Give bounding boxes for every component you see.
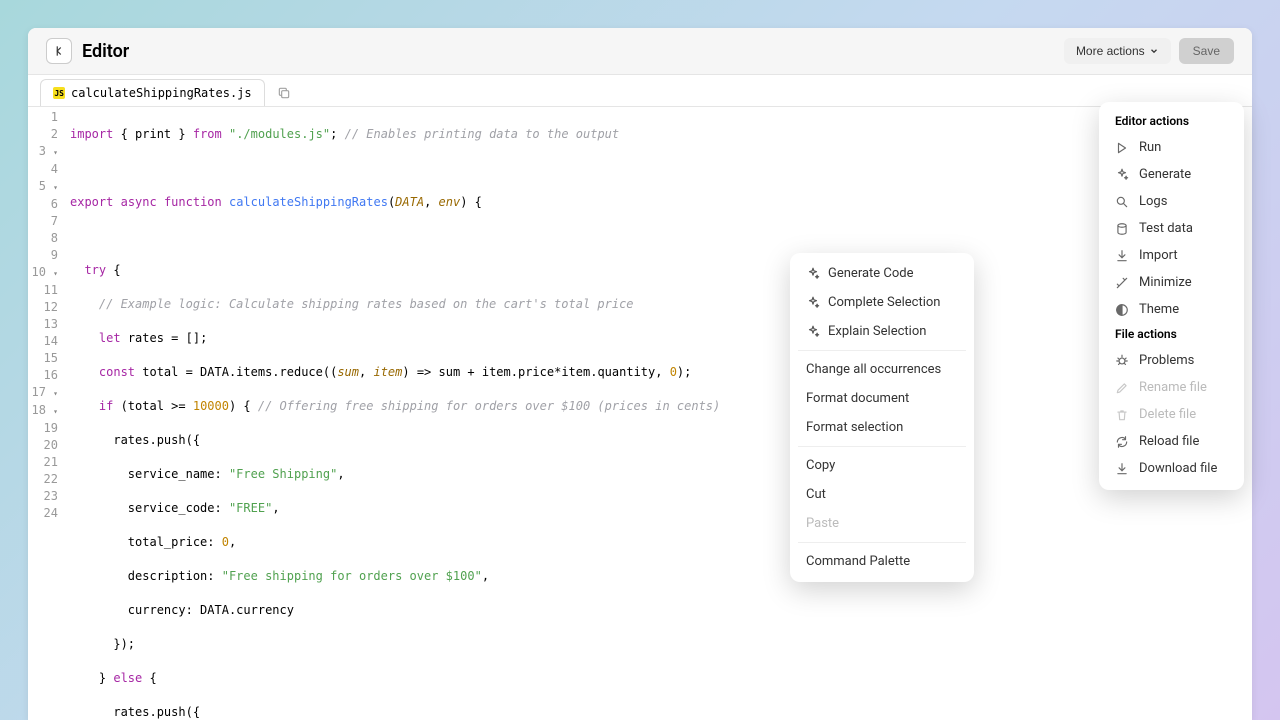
sparkle-icon bbox=[806, 325, 820, 339]
action-logs[interactable]: Logs bbox=[1103, 188, 1240, 215]
context-format-document[interactable]: Format document bbox=[796, 384, 968, 413]
back-button[interactable] bbox=[46, 38, 72, 64]
more-actions-dropdown: Editor actionsRunGenerateLogsTest dataIm… bbox=[1099, 102, 1244, 490]
copy-tab-icon[interactable] bbox=[277, 86, 291, 100]
action-download-file[interactable]: Download file bbox=[1103, 455, 1240, 482]
search-icon bbox=[1115, 195, 1129, 209]
file-tab[interactable]: JS calculateShippingRates.js bbox=[40, 79, 265, 106]
editor-area[interactable]: 123 ▾45 ▾678910 ▾11121314151617 ▾18 ▾192… bbox=[28, 107, 1252, 720]
context-explain-selection[interactable]: Explain Selection bbox=[796, 317, 968, 346]
context-change-all-occurrences[interactable]: Change all occurrences bbox=[796, 355, 968, 384]
sparkle-icon bbox=[1115, 168, 1129, 182]
action-minimize[interactable]: Minimize bbox=[1103, 269, 1240, 296]
sparkle-icon bbox=[806, 267, 820, 281]
action-reload-file[interactable]: Reload file bbox=[1103, 428, 1240, 455]
action-rename-file: Rename file bbox=[1103, 374, 1240, 401]
code-block-1: 123 ▾45 ▾678910 ▾11121314151617 ▾18 ▾192… bbox=[28, 107, 1252, 720]
action-run[interactable]: Run bbox=[1103, 134, 1240, 161]
javascript-icon: JS bbox=[53, 87, 65, 99]
sparkle-icon bbox=[806, 296, 820, 310]
action-problems[interactable]: Problems bbox=[1103, 347, 1240, 374]
action-import[interactable]: Import bbox=[1103, 242, 1240, 269]
tab-bar: JS calculateShippingRates.js bbox=[28, 75, 1252, 107]
page-title: Editor bbox=[82, 41, 1064, 62]
trash-icon bbox=[1115, 408, 1129, 422]
context-command-palette[interactable]: Command Palette bbox=[796, 547, 968, 576]
context-format-selection[interactable]: Format selection bbox=[796, 413, 968, 442]
file-actions-heading: File actions bbox=[1103, 323, 1240, 347]
context-cut[interactable]: Cut bbox=[796, 480, 968, 509]
header: Editor More actions Save bbox=[28, 28, 1252, 75]
reload-icon bbox=[1115, 435, 1129, 449]
tab-filename: calculateShippingRates.js bbox=[71, 86, 252, 100]
theme-icon bbox=[1115, 303, 1129, 317]
download2-icon bbox=[1115, 462, 1129, 476]
pencil-icon bbox=[1115, 381, 1129, 395]
context-menu: Generate CodeComplete SelectionExplain S… bbox=[790, 253, 974, 582]
context-complete-selection[interactable]: Complete Selection bbox=[796, 288, 968, 317]
action-delete-file: Delete file bbox=[1103, 401, 1240, 428]
action-theme[interactable]: Theme bbox=[1103, 296, 1240, 323]
context-paste: Paste bbox=[796, 509, 968, 538]
editor-app: Editor More actions Save JS calculateShi… bbox=[28, 28, 1252, 720]
code-lines[interactable]: import { print } from "./modules.js"; //… bbox=[66, 107, 1252, 720]
action-generate[interactable]: Generate bbox=[1103, 161, 1240, 188]
more-actions-button[interactable]: More actions bbox=[1064, 38, 1171, 64]
bug-icon bbox=[1115, 354, 1129, 368]
wand-icon bbox=[1115, 276, 1129, 290]
save-button[interactable]: Save bbox=[1179, 38, 1234, 64]
action-test-data[interactable]: Test data bbox=[1103, 215, 1240, 242]
play-icon bbox=[1115, 141, 1129, 155]
chevron-down-icon bbox=[1149, 46, 1159, 56]
download-icon bbox=[1115, 249, 1129, 263]
context-copy[interactable]: Copy bbox=[796, 451, 968, 480]
editor-actions-heading: Editor actions bbox=[1103, 110, 1240, 134]
back-arrow-icon bbox=[52, 44, 66, 58]
db-icon bbox=[1115, 222, 1129, 236]
gutter: 123 ▾45 ▾678910 ▾11121314151617 ▾18 ▾192… bbox=[28, 107, 66, 720]
context-generate-code[interactable]: Generate Code bbox=[796, 259, 968, 288]
